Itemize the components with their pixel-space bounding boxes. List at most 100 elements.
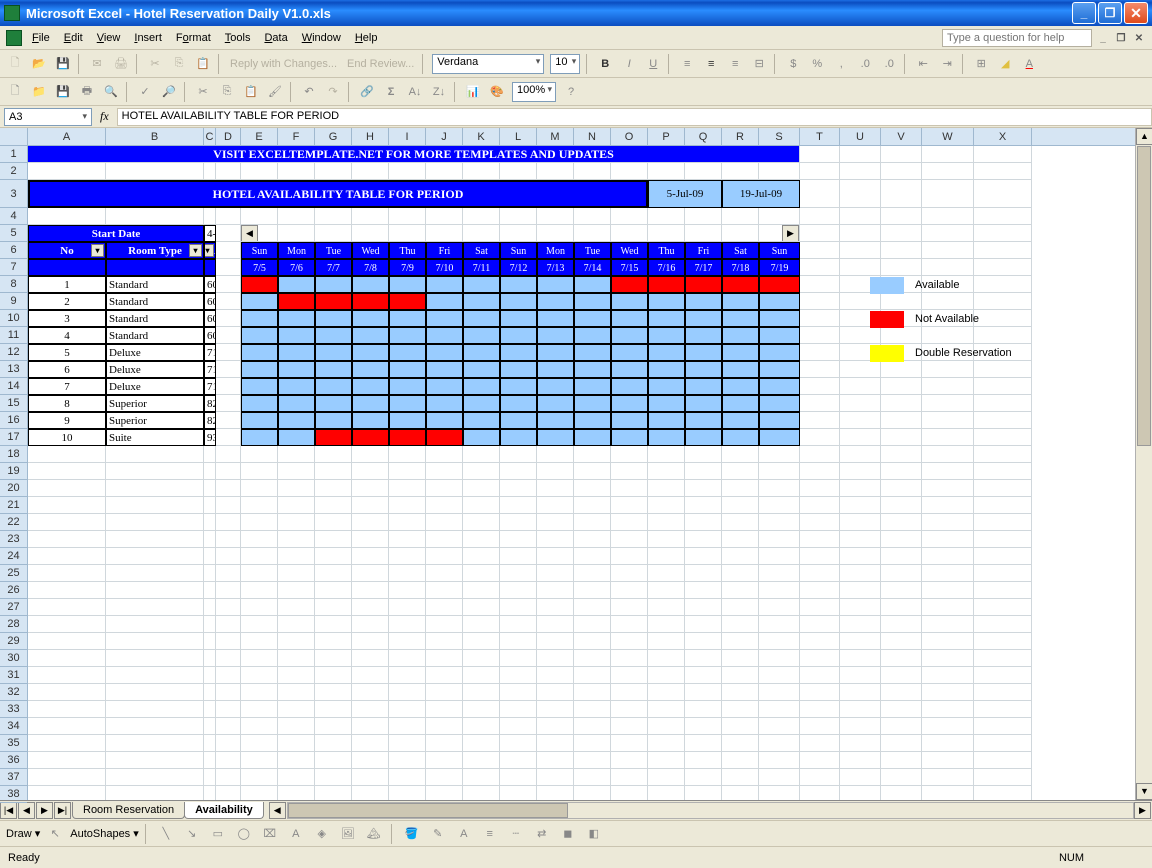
arrow-style-button[interactable]: ⇄ [531, 823, 553, 845]
avail-cell-8-8[interactable] [537, 412, 574, 429]
row-header-28[interactable]: 28 [0, 616, 27, 633]
row-header-27[interactable]: 27 [0, 599, 27, 616]
font-color2-button[interactable]: A [453, 823, 475, 845]
avail-cell-0-7[interactable] [500, 276, 537, 293]
autoshapes-menu[interactable]: AutoShapes ▾ [70, 827, 139, 840]
dash-style-button[interactable]: ┄ [505, 823, 527, 845]
increase-indent-button[interactable]: ⇥ [936, 53, 958, 75]
clipart-button[interactable]: 🖼 [337, 823, 359, 845]
day-header-top-5[interactable]: Fri [426, 242, 463, 259]
avail-cell-5-11[interactable] [648, 361, 685, 378]
start-date-label[interactable]: Start Date [28, 225, 204, 242]
percent-button[interactable]: % [806, 53, 828, 75]
avail-cell-2-2[interactable] [315, 310, 352, 327]
avail-cell-9-4[interactable] [389, 429, 426, 446]
line-style-button[interactable]: ≡ [479, 823, 501, 845]
shadow-button[interactable]: ◼ [557, 823, 579, 845]
row-header-6[interactable]: 6 [0, 242, 27, 259]
row-header-7[interactable]: 7 [0, 259, 27, 276]
tab-last-button[interactable]: ▶| [54, 802, 71, 819]
day-header-top-4[interactable]: Thu [389, 242, 426, 259]
avail-cell-4-9[interactable] [574, 344, 611, 361]
row-header-4[interactable]: 4 [0, 208, 27, 225]
room-type-1[interactable]: Standard [106, 293, 204, 310]
avail-cell-6-10[interactable] [611, 378, 648, 395]
avail-cell-8-11[interactable] [648, 412, 685, 429]
day-header-bot-11[interactable]: 7/16 [648, 259, 685, 276]
avail-cell-5-8[interactable] [537, 361, 574, 378]
room-type-8[interactable]: Superior [106, 412, 204, 429]
new-button[interactable]: 🗋 [4, 53, 26, 75]
cut2-button[interactable]: ✂ [192, 81, 214, 103]
room-no-1[interactable]: 2 [28, 293, 106, 310]
day-header-top-0[interactable]: Sun [241, 242, 278, 259]
col-header-W[interactable]: W [922, 128, 974, 145]
start-date-value[interactable]: 4-Jul-09 [204, 225, 216, 242]
tab-first-button[interactable]: |◀ [0, 802, 17, 819]
font-color-button[interactable]: A [1018, 53, 1040, 75]
avail-cell-6-9[interactable] [574, 378, 611, 395]
menu-format[interactable]: Format [176, 32, 211, 44]
row-header-17[interactable]: 17 [0, 429, 27, 446]
avail-cell-0-8[interactable] [537, 276, 574, 293]
row-header-19[interactable]: 19 [0, 463, 27, 480]
day-header-bot-4[interactable]: 7/9 [389, 259, 426, 276]
align-right-button[interactable]: ≡ [724, 53, 746, 75]
col-header-G[interactable]: G [315, 128, 352, 145]
col-header-F[interactable]: F [278, 128, 315, 145]
room-type-0[interactable]: Standard [106, 276, 204, 293]
avail-cell-5-9[interactable] [574, 361, 611, 378]
print-preview-button[interactable]: 🔍 [100, 81, 122, 103]
cut-button[interactable]: ✂ [144, 53, 166, 75]
avail-cell-5-3[interactable] [352, 361, 389, 378]
avail-cell-5-0[interactable] [241, 361, 278, 378]
avail-cell-8-6[interactable] [463, 412, 500, 429]
avail-cell-9-3[interactable] [352, 429, 389, 446]
room-type-3[interactable]: Standard [106, 327, 204, 344]
avail-cell-9-2[interactable] [315, 429, 352, 446]
avail-cell-7-9[interactable] [574, 395, 611, 412]
room-no-2[interactable]: 3 [28, 310, 106, 327]
avail-cell-6-7[interactable] [500, 378, 537, 395]
decrease-decimal-button[interactable]: .0 [878, 53, 900, 75]
save-button[interactable]: 💾 [52, 53, 74, 75]
avail-cell-5-5[interactable] [426, 361, 463, 378]
day-header-top-2[interactable]: Tue [315, 242, 352, 259]
avail-cell-6-5[interactable] [426, 378, 463, 395]
avail-cell-4-1[interactable] [278, 344, 315, 361]
avail-cell-1-9[interactable] [574, 293, 611, 310]
row-header-14[interactable]: 14 [0, 378, 27, 395]
avail-cell-7-13[interactable] [722, 395, 759, 412]
avail-cell-7-0[interactable] [241, 395, 278, 412]
arrow-button[interactable]: ↘ [181, 823, 203, 845]
col-header-U[interactable]: U [840, 128, 881, 145]
col-header-S[interactable]: S [759, 128, 800, 145]
avail-cell-2-11[interactable] [648, 310, 685, 327]
col-header-A[interactable]: A [28, 128, 106, 145]
col-room-type-header[interactable]: Room Type▾ [106, 242, 204, 259]
avail-cell-6-3[interactable] [352, 378, 389, 395]
avail-cell-6-11[interactable] [648, 378, 685, 395]
day-header-bot-7[interactable]: 7/12 [500, 259, 537, 276]
filter-no-button[interactable]: ▾ [91, 244, 104, 257]
room-number-3[interactable]: 604 [204, 327, 216, 344]
col-header-E[interactable]: E [241, 128, 278, 145]
room-number-1[interactable]: 602 [204, 293, 216, 310]
row-header-2[interactable]: 2 [0, 163, 27, 180]
avail-cell-8-1[interactable] [278, 412, 315, 429]
avail-cell-8-9[interactable] [574, 412, 611, 429]
avail-cell-1-8[interactable] [537, 293, 574, 310]
avail-cell-4-10[interactable] [611, 344, 648, 361]
avail-cell-4-3[interactable] [352, 344, 389, 361]
picture-button[interactable]: 🏔 [363, 823, 385, 845]
chart-wizard-button[interactable]: 📊 [462, 81, 484, 103]
avail-cell-1-5[interactable] [426, 293, 463, 310]
avail-cell-0-11[interactable] [648, 276, 685, 293]
row-header-18[interactable]: 18 [0, 446, 27, 463]
avail-cell-8-10[interactable] [611, 412, 648, 429]
avail-cell-9-12[interactable] [685, 429, 722, 446]
fill-color-button[interactable]: ◢ [994, 53, 1016, 75]
avail-cell-9-10[interactable] [611, 429, 648, 446]
draw-menu[interactable]: Draw ▾ [6, 827, 40, 840]
row-header-20[interactable]: 20 [0, 480, 27, 497]
